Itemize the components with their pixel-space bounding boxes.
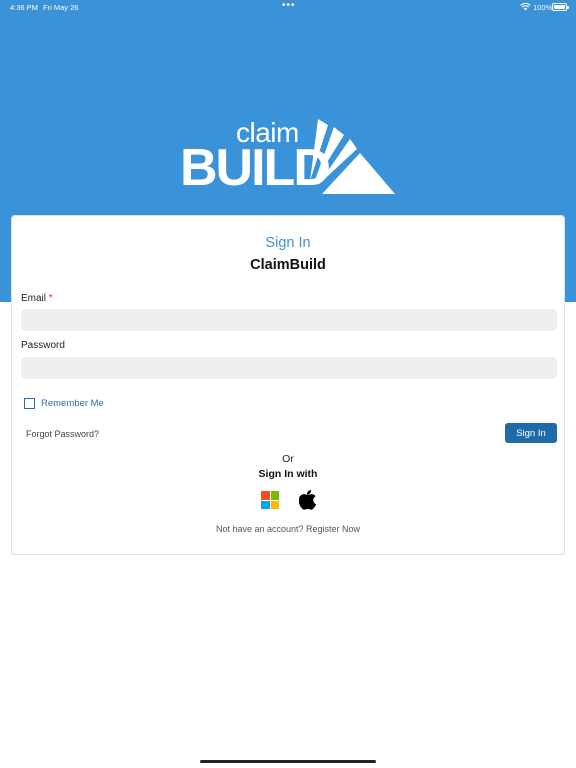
password-label: Password xyxy=(21,340,65,351)
home-indicator[interactable] xyxy=(200,760,376,763)
multitasking-dots[interactable]: ••• xyxy=(282,0,296,11)
sign-in-with-label: Sign In with xyxy=(258,468,318,480)
status-bar: 4:36 PM Fri May 26 ••• 100% xyxy=(0,0,576,14)
battery-percent: 100% xyxy=(533,3,553,12)
apple-icon[interactable] xyxy=(299,489,317,510)
email-field[interactable] xyxy=(21,309,557,331)
password-field[interactable] xyxy=(21,357,557,379)
register-link[interactable]: Not have an account? Register Now xyxy=(12,524,564,534)
sign-in-card: Sign In ClaimBuild Email * Password Reme… xyxy=(11,215,565,555)
wifi-icon xyxy=(520,2,531,11)
email-label: Email * xyxy=(21,293,53,304)
or-divider: Or xyxy=(282,453,294,465)
logo-rays-icon xyxy=(310,119,395,194)
app-name: ClaimBuild xyxy=(250,257,326,273)
sign-in-button[interactable]: Sign In xyxy=(505,423,557,443)
claimbuild-logo: claim BUILD xyxy=(180,115,400,200)
remember-me-label[interactable]: Remember Me xyxy=(41,398,104,409)
status-date: Fri May 26 xyxy=(43,3,79,12)
remember-me-checkbox[interactable] xyxy=(24,398,35,409)
microsoft-icon[interactable] xyxy=(261,491,279,509)
battery-icon xyxy=(552,3,569,11)
page-title: Sign In xyxy=(265,235,311,251)
status-time: 4:36 PM xyxy=(10,3,38,12)
forgot-password-link[interactable]: Forgot Password? xyxy=(26,429,99,439)
required-marker: * xyxy=(48,293,53,304)
